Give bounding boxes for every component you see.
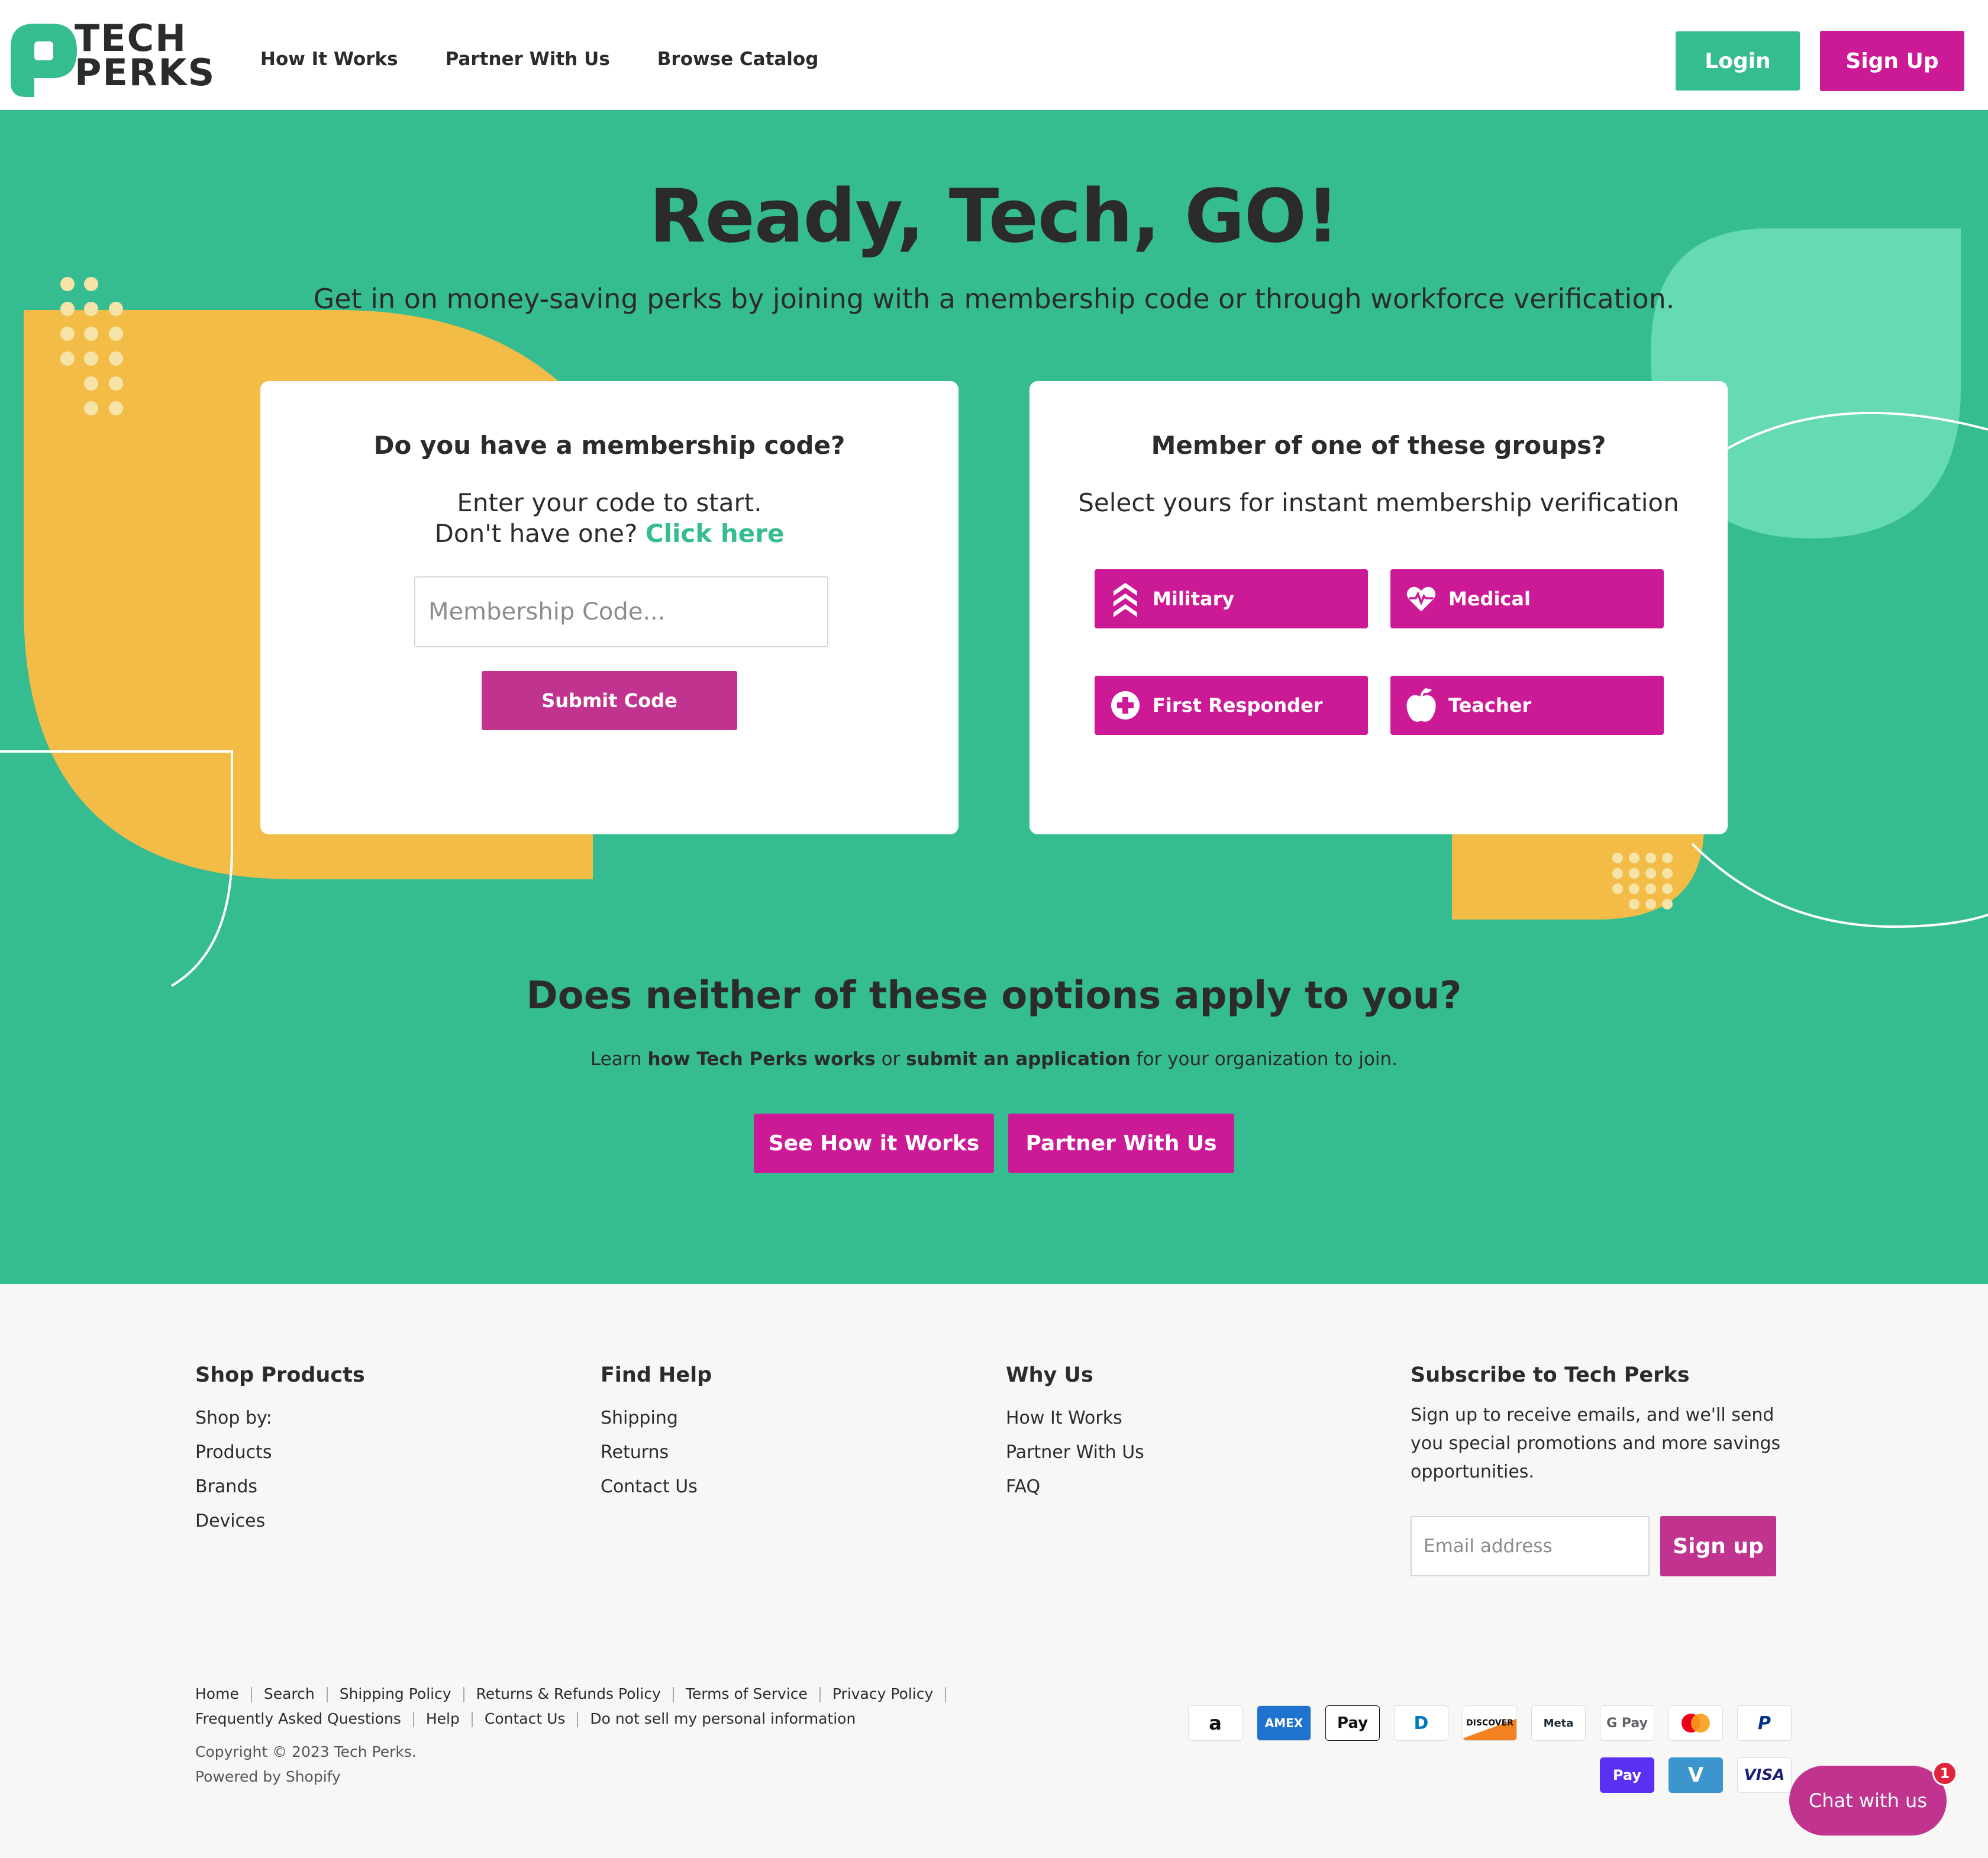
- footer-link: Shop by:: [195, 1408, 272, 1428]
- nav-partner-with-us[interactable]: Partner With Us: [446, 49, 610, 70]
- footer-link[interactable]: Devices: [195, 1504, 365, 1538]
- logo-p-mark: [11, 24, 77, 97]
- hero-subtitle: Get in on money-saving perks by joining …: [313, 283, 1675, 315]
- legal-link[interactable]: Do not sell my personal information: [590, 1710, 856, 1727]
- mastercard-icon: [1668, 1705, 1723, 1741]
- plus-circle-icon: [1110, 690, 1141, 721]
- hero-title: Ready, Tech, GO!: [649, 174, 1340, 259]
- code-card-text: Enter your code to start. Don't have one…: [434, 488, 785, 548]
- teacher-label: Teacher: [1448, 694, 1532, 717]
- amex-icon: AMEX: [1257, 1705, 1311, 1741]
- click-here-link[interactable]: Click here: [646, 519, 785, 548]
- legal-link[interactable]: Contact Us: [485, 1710, 566, 1727]
- visa-icon: VISA: [1737, 1757, 1792, 1793]
- paypal-icon: P: [1737, 1705, 1792, 1741]
- nav-how-it-works[interactable]: How It Works: [260, 49, 398, 70]
- legal-link[interactable]: Shipping Policy: [340, 1685, 451, 1702]
- footer-link[interactable]: Shipping: [601, 1401, 712, 1436]
- neither-subtitle: Learn how Tech Perks works or submit an …: [590, 1049, 1398, 1070]
- amazon-pay-icon: a: [1188, 1705, 1242, 1741]
- legal-links: Home Search Shipping Policy Returns & Refun…: [195, 1682, 964, 1731]
- main-nav: How It Works Partner With Us Browse Cata…: [260, 49, 818, 70]
- chat-with-us-button[interactable]: Chat with us: [1789, 1766, 1947, 1836]
- footer-link[interactable]: Contact Us: [601, 1470, 712, 1504]
- footer-link[interactable]: FAQ: [1006, 1470, 1144, 1504]
- subscribe-signup-button[interactable]: Sign up: [1660, 1516, 1776, 1576]
- legal-link[interactable]: Search: [264, 1685, 315, 1702]
- medical-label: Medical: [1448, 588, 1531, 610]
- copyright: Copyright © 2023 Tech Perks. Powered by …: [195, 1740, 417, 1789]
- subscribe-text: Sign up to receive emails, and we'll sen…: [1411, 1405, 1781, 1482]
- apple-pay-icon: Pay: [1325, 1705, 1380, 1741]
- discover-icon: DISCOVER: [1463, 1705, 1517, 1741]
- membership-code-card: Do you have a membership code? Enter you…: [260, 381, 958, 834]
- partner-with-us-button[interactable]: Partner With Us: [1008, 1114, 1234, 1173]
- footer-link[interactable]: Brands: [195, 1470, 365, 1504]
- footer-why-us: Why Us How It Works Partner With Us FAQ: [1006, 1363, 1144, 1504]
- groups-card-title: Member of one of these groups?: [1151, 431, 1606, 460]
- email-address-input[interactable]: [1411, 1516, 1650, 1576]
- footer-find-help: Find Help Shipping Returns Contact Us: [601, 1363, 712, 1504]
- legal-link[interactable]: Home: [195, 1685, 239, 1702]
- venmo-icon: V: [1668, 1757, 1723, 1793]
- submit-code-button[interactable]: Submit Code: [482, 671, 737, 730]
- medical-button[interactable]: Medical: [1390, 569, 1664, 628]
- nav-browse-catalog[interactable]: Browse Catalog: [657, 49, 819, 70]
- login-button[interactable]: Login: [1676, 31, 1800, 91]
- legal-link[interactable]: Returns & Refunds Policy: [476, 1685, 661, 1702]
- meta-pay-icon: Meta: [1531, 1705, 1586, 1741]
- groups-card-subtitle: Select yours for instant membership veri…: [1078, 488, 1679, 517]
- heart-pulse-icon: [1406, 583, 1437, 614]
- military-button[interactable]: Military: [1095, 569, 1368, 628]
- membership-code-input[interactable]: [414, 576, 828, 647]
- tech-perks-logo[interactable]: TECH PERKS: [11, 17, 230, 99]
- footer-shop-products: Shop Products Shop by: Products Brands D…: [195, 1363, 365, 1538]
- military-label: Military: [1153, 588, 1235, 610]
- member-groups-card: Member of one of these groups? Select yo…: [1030, 381, 1728, 834]
- first-responder-label: First Responder: [1153, 694, 1323, 717]
- chat-notification-badge: 1: [1932, 1761, 1957, 1786]
- military-chevron-icon: [1110, 583, 1141, 617]
- footer-link[interactable]: How It Works: [1006, 1401, 1144, 1436]
- neither-title: Does neither of these options apply to y…: [526, 974, 1462, 1018]
- submit-application-link[interactable]: submit an application: [906, 1049, 1131, 1070]
- footer-link[interactable]: Products: [195, 1436, 365, 1470]
- site-header: TECH PERKS How It Works Partner With Us …: [0, 0, 1988, 110]
- diners-club-icon: D: [1394, 1705, 1448, 1741]
- logo-wordmark: TECH PERKS: [75, 17, 216, 94]
- google-pay-icon: G Pay: [1600, 1705, 1654, 1741]
- apple-icon: [1406, 688, 1437, 722]
- powered-by-shopify[interactable]: Powered by Shopify: [195, 1765, 417, 1789]
- code-card-title: Do you have a membership code?: [373, 431, 845, 460]
- legal-link[interactable]: Terms of Service: [686, 1685, 808, 1702]
- legal-link[interactable]: Frequently Asked Questions: [195, 1710, 401, 1727]
- how-tech-perks-works-link[interactable]: how Tech Perks works: [647, 1049, 875, 1070]
- shop-pay-icon: Pay: [1600, 1757, 1654, 1793]
- legal-link[interactable]: Privacy Policy: [832, 1685, 933, 1702]
- legal-link[interactable]: Help: [426, 1710, 460, 1727]
- see-how-it-works-button[interactable]: See How it Works: [754, 1114, 994, 1173]
- footer-link[interactable]: Returns: [601, 1436, 712, 1470]
- hero-section: Ready, Tech, GO! Get in on money-saving …: [0, 110, 1988, 1284]
- mastercard-circles: [1682, 1714, 1710, 1733]
- footer-subscribe: Subscribe to Tech Perks Sign up to recei…: [1411, 1363, 1789, 1486]
- signup-button[interactable]: Sign Up: [1820, 31, 1964, 91]
- first-responder-button[interactable]: First Responder: [1095, 676, 1368, 735]
- footer-link[interactable]: Partner With Us: [1006, 1436, 1144, 1470]
- teacher-button[interactable]: Teacher: [1390, 676, 1664, 735]
